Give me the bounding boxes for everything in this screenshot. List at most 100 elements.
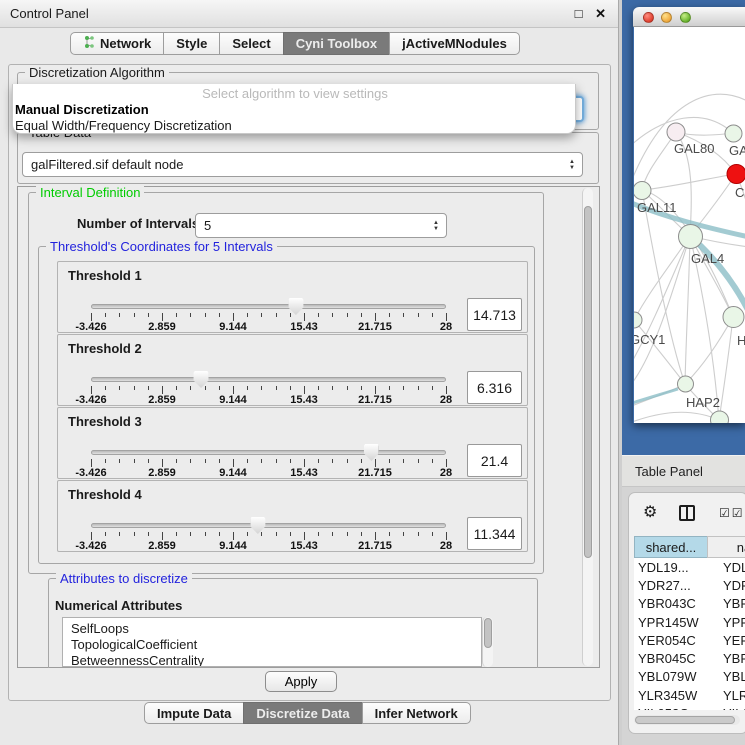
- threshold-value-field[interactable]: 6.316: [467, 371, 522, 404]
- threshold-value-field[interactable]: 11.344: [467, 517, 522, 550]
- right-region: GAL80GACGAL11GAL4GCY1HHAP2 Table Panel ⚙…: [622, 0, 745, 745]
- close-traffic-light-icon[interactable]: [643, 12, 654, 23]
- tab-style[interactable]: Style: [163, 32, 220, 55]
- slider-track[interactable]: [91, 377, 446, 382]
- table-horizontal-scrollbar[interactable]: [634, 715, 740, 725]
- network-node-ga[interactable]: [725, 125, 742, 142]
- slider-track[interactable]: [91, 304, 446, 309]
- table-cell: YBL079W: [634, 669, 708, 684]
- table-row[interactable]: YPR145WYPR1: [634, 613, 745, 631]
- table-cell: YIL0: [708, 706, 745, 710]
- table-data-combobox[interactable]: galFiltered.sif default node ▲▼: [22, 152, 583, 177]
- popup-placeholder: Select algorithm to view settings: [13, 84, 575, 102]
- gear-icon[interactable]: ⚙: [643, 502, 657, 522]
- apply-button[interactable]: Apply: [265, 671, 337, 692]
- tab-label: Style: [176, 36, 207, 51]
- table-rows: YDL19...YDL1YDR27...YDR2YBR043CYBR0YPR14…: [634, 558, 745, 710]
- attribute-item-topologicalcoefficient[interactable]: TopologicalCoefficient: [71, 637, 481, 653]
- tab-label: jActiveMNodules: [402, 36, 507, 51]
- table-row[interactable]: YBR045CYBR0: [634, 649, 745, 667]
- popup-option-equal-width-frequency[interactable]: Equal Width/Frequency Discretization: [13, 118, 575, 134]
- network-node-c[interactable]: [727, 165, 745, 184]
- tab-label: Select: [232, 36, 270, 51]
- tab-network[interactable]: Network: [70, 32, 164, 55]
- table-cell: YBR0: [708, 651, 745, 666]
- tab-label: Discretize Data: [256, 706, 349, 721]
- network-canvas[interactable]: GAL80GACGAL11GAL4GCY1HHAP2: [634, 27, 745, 423]
- table-row[interactable]: YER054CYER0: [634, 631, 745, 649]
- column-header-1[interactable]: shared...: [634, 536, 708, 558]
- slider-track[interactable]: [91, 523, 446, 528]
- float-window-icon[interactable]: □: [575, 6, 583, 21]
- algorithm-dropdown-popup: Select algorithm to view settings Manual…: [12, 84, 576, 134]
- stepper-arrows-icon: ▲▼: [433, 220, 439, 232]
- table-cell: YBR0: [708, 596, 745, 611]
- tab-jactivemnodules[interactable]: jActiveMNodules: [389, 32, 520, 55]
- settings-vertical-scrollbar[interactable]: [582, 188, 593, 666]
- network-node[interactable]: [711, 411, 729, 423]
- table-cell: YLR345W: [634, 688, 708, 703]
- close-icon[interactable]: ✕: [595, 6, 606, 21]
- tab-discretize-data[interactable]: Discretize Data: [243, 702, 362, 724]
- split-columns-icon[interactable]: [679, 505, 695, 521]
- table-cell: YER0: [708, 633, 745, 648]
- table-row[interactable]: YLR345WYLR3: [634, 686, 745, 704]
- table-panel-title: Table Panel: [635, 456, 703, 487]
- tab-infer-network[interactable]: Infer Network: [362, 702, 471, 724]
- table-row[interactable]: YIL052CYIL0: [634, 704, 745, 710]
- node-label: GA: [729, 143, 745, 158]
- network-node-gal80[interactable]: [667, 123, 685, 141]
- table-row[interactable]: YBL079WYBL0: [634, 668, 745, 686]
- zoom-traffic-light-icon[interactable]: [680, 12, 691, 23]
- network-node-gal4[interactable]: [679, 225, 703, 249]
- network-node-gcy1[interactable]: [634, 312, 642, 328]
- select-columns-icon[interactable]: ☑☑: [719, 506, 745, 520]
- tab-impute-data[interactable]: Impute Data: [144, 702, 244, 724]
- table-cell: YDR2: [708, 578, 745, 593]
- network-view-window: GAL80GACGAL11GAL4GCY1HHAP2: [633, 7, 745, 423]
- table-cell: YDR27...: [634, 578, 708, 593]
- threshold-panel-3: Threshold 3-3.4262.8599.14415.4321.71528…: [57, 407, 528, 479]
- slider-track[interactable]: [91, 450, 446, 455]
- network-node-hap2[interactable]: [678, 376, 694, 392]
- table-data-combobox-value: galFiltered.sif default node: [31, 157, 183, 172]
- node-label: GCY1: [634, 332, 665, 347]
- tab-cyni-toolbox[interactable]: Cyni Toolbox: [283, 32, 390, 55]
- table-cell: YPR1: [708, 615, 745, 630]
- node-label: HAP2: [686, 395, 720, 410]
- table-cell: YBR043C: [634, 596, 708, 611]
- numerical-attributes-list[interactable]: SelfLoopsTopologicalCoefficientBetweenne…: [62, 617, 482, 667]
- window-title: Control Panel: [10, 0, 89, 28]
- minimize-traffic-light-icon[interactable]: [661, 12, 672, 23]
- network-node-h[interactable]: [723, 307, 744, 328]
- threshold-panel-4: Threshold 4-3.4262.8599.14415.4321.71528…: [57, 480, 528, 552]
- threshold-label: Threshold 2: [68, 341, 142, 356]
- table-cell: YPR145W: [634, 615, 708, 630]
- number-of-intervals-value: 5: [204, 218, 211, 233]
- node-label: GAL11: [637, 200, 677, 215]
- threshold-value-field[interactable]: 21.4: [467, 444, 522, 477]
- table-header-row: shared...na: [634, 536, 745, 558]
- table-row[interactable]: YDR27...YDR2: [634, 576, 745, 594]
- network-node-gal11[interactable]: [634, 182, 651, 200]
- number-of-intervals-combobox[interactable]: 5 ▲▼: [195, 213, 447, 238]
- slider-tick-labels: -3.4262.8599.14415.4321.71528: [91, 540, 446, 552]
- threshold-slider-stack: Threshold 1-3.4262.8599.14415.4321.71528…: [57, 261, 528, 553]
- tab-select[interactable]: Select: [219, 32, 283, 55]
- control-panel-titlebar[interactable]: Control Panel □ ✕: [0, 0, 618, 28]
- slider-tick-labels: -3.4262.8599.14415.4321.71528: [91, 394, 446, 406]
- threshold-panel-2: Threshold 2 -3.4262.8599.14415.4321.71528…: [57, 334, 528, 406]
- attribute-item-selfloops[interactable]: SelfLoops: [71, 621, 481, 637]
- attributes-list-scrollbar[interactable]: [482, 617, 493, 667]
- table-panel-titlebar[interactable]: Table Panel: [622, 455, 745, 487]
- network-window-titlebar[interactable]: [633, 7, 745, 27]
- table-row[interactable]: YBR043CYBR0: [634, 595, 745, 613]
- column-header-2[interactable]: na: [707, 536, 745, 558]
- numerical-attributes-label: Numerical Attributes: [55, 598, 182, 613]
- threshold-value-field[interactable]: 14.713: [467, 298, 522, 331]
- popup-option-manual-discretization[interactable]: Manual Discretization: [13, 102, 575, 118]
- table-cell: YDL1: [708, 560, 745, 575]
- table-row[interactable]: YDL19...YDL1: [634, 558, 745, 576]
- node-label: C: [735, 185, 744, 200]
- attribute-item-betweennesscentrality[interactable]: BetweennessCentrality: [71, 653, 481, 667]
